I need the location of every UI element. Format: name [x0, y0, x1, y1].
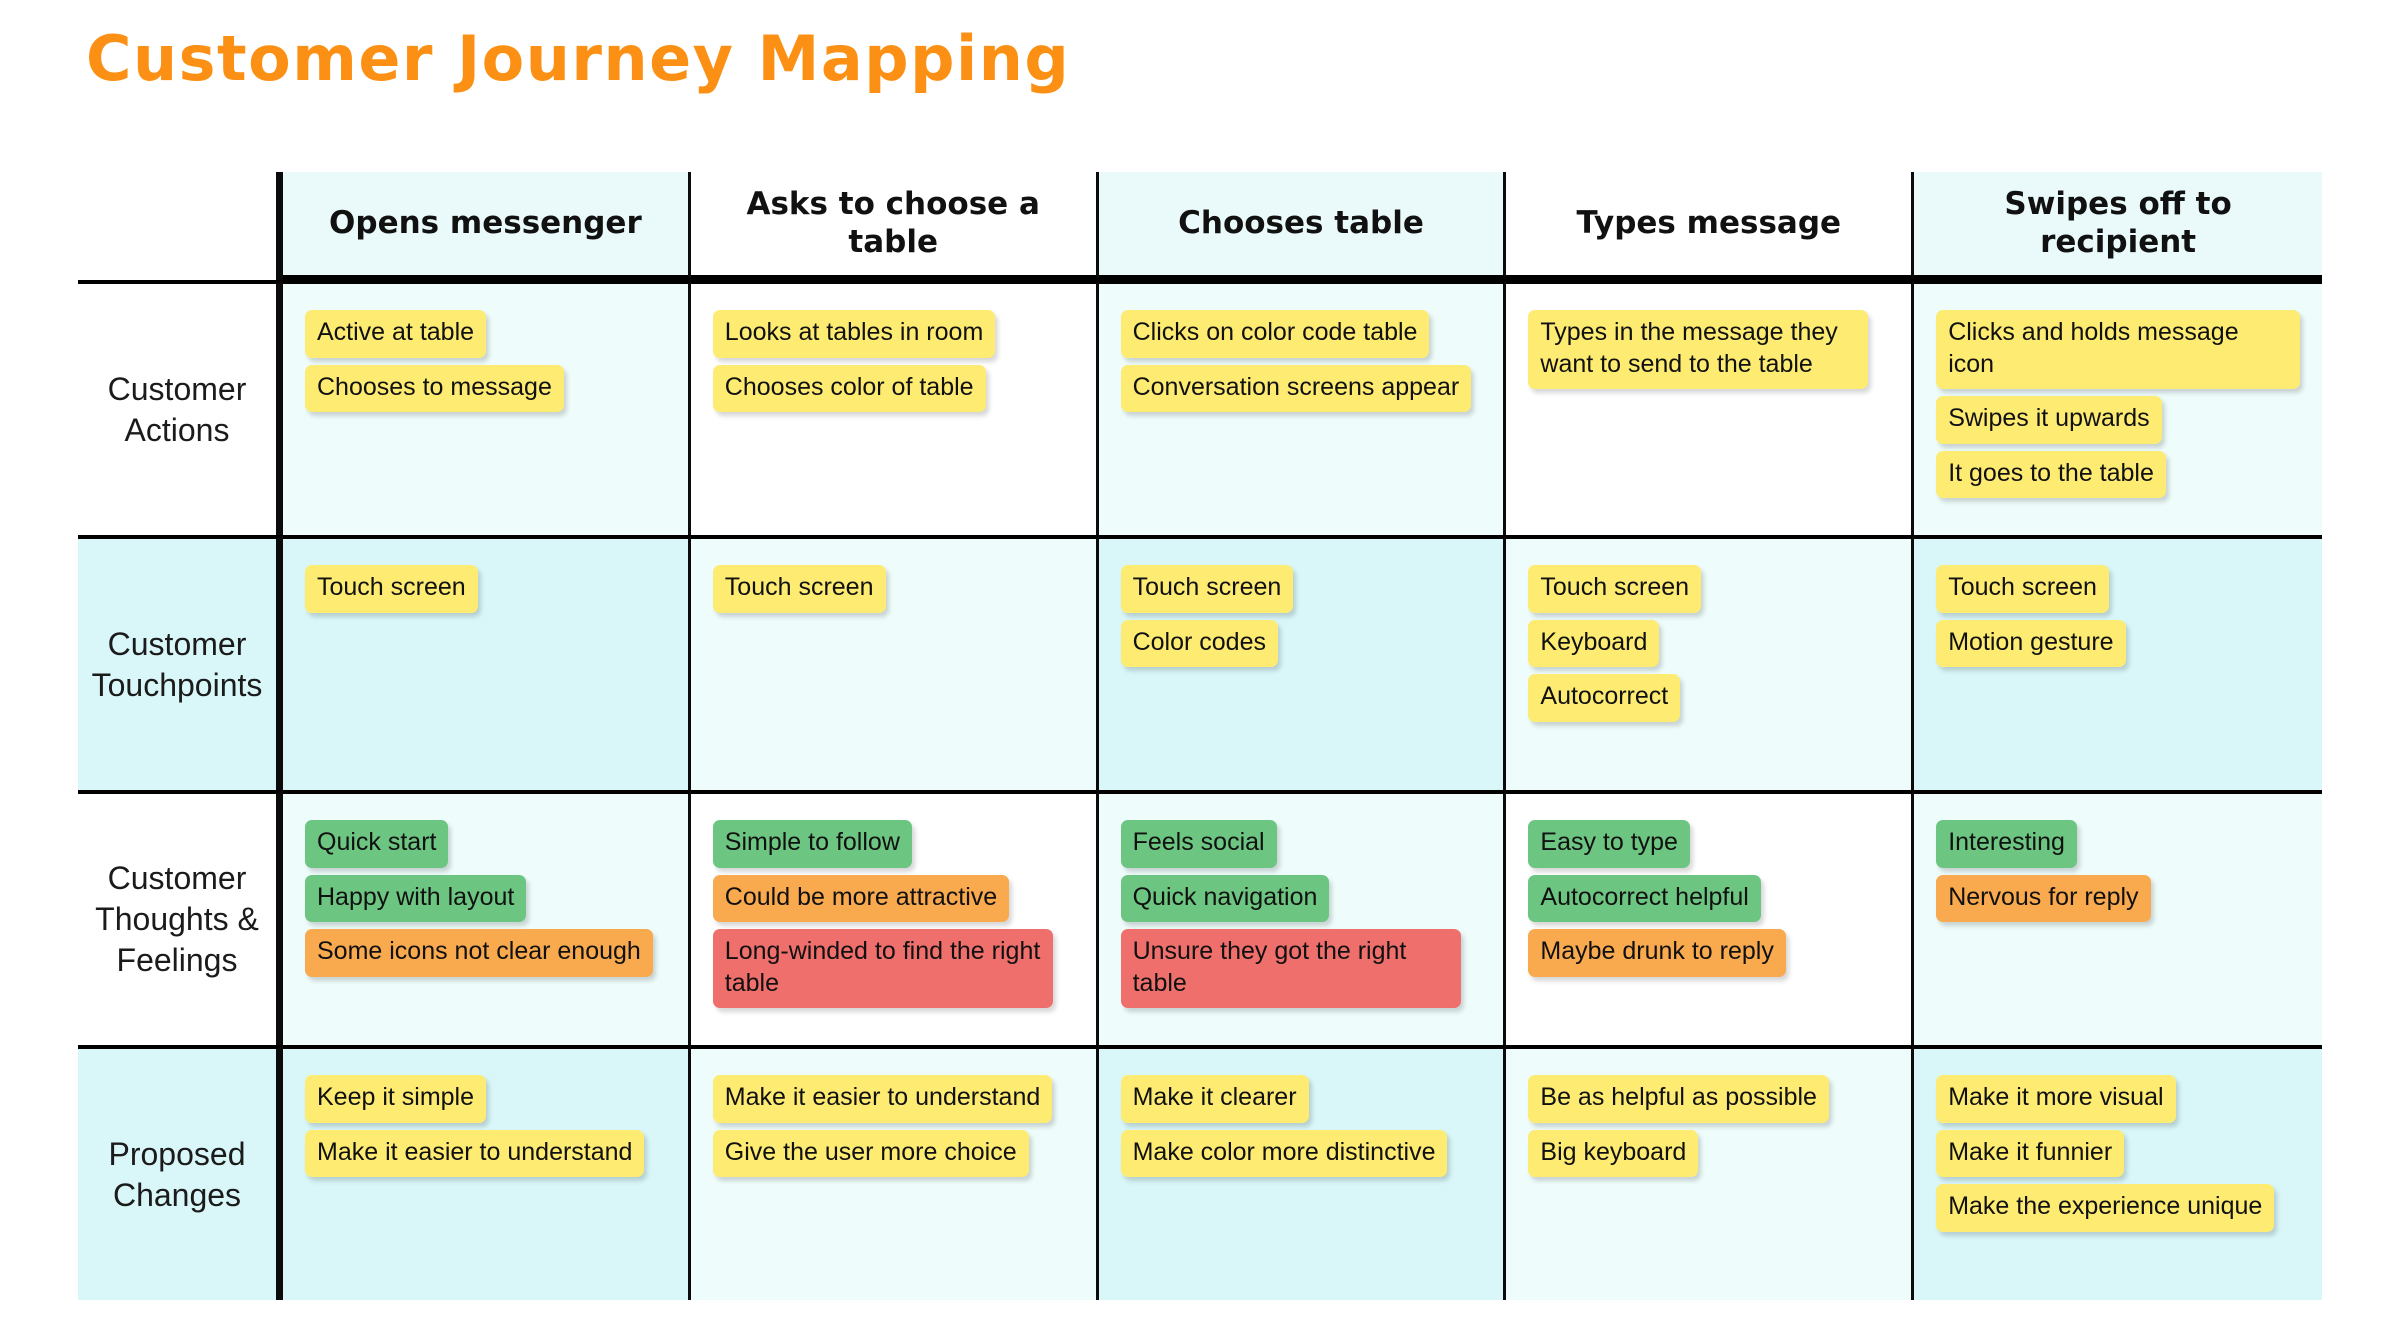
sticky-note[interactable]: Quick start [305, 820, 449, 868]
cell-r1-c1: Active at table Chooses to message [283, 280, 691, 535]
sticky-note[interactable]: Clicks on color code table [1120, 310, 1430, 358]
sticky-note[interactable]: Autocorrect [1528, 674, 1681, 722]
cell-r4-c2: Make it easier to understand Give the use… [690, 1045, 1099, 1300]
sticky-note[interactable]: Swipes it upwards [1936, 396, 2162, 444]
cell-r3-c1: Quick start Happy with layout Some icons n… [283, 790, 691, 1045]
sticky-note[interactable]: Make it clearer [1120, 1075, 1309, 1123]
cell-r2-c4: Touch screen Keyboard Autocorrect [1506, 535, 1915, 790]
column-header-2: Asks to choose a table [690, 172, 1099, 280]
sticky-note[interactable]: Keep it simple [305, 1075, 487, 1123]
row-label-text: Customer Thoughts & Feelings [95, 860, 259, 978]
sticky-note[interactable]: Make it easier to understand [712, 1075, 1053, 1123]
table-corner-cell [78, 172, 283, 280]
sticky-note[interactable]: Interesting [1936, 820, 2077, 868]
sticky-note[interactable]: Keyboard [1528, 619, 1660, 667]
column-header-label: Asks to choose a table [746, 185, 1040, 260]
journey-map-page: Customer Journey Mapping Opens messenger… [0, 0, 2400, 1327]
sticky-note[interactable]: Chooses color of table [712, 364, 986, 412]
sticky-note[interactable]: Motion gesture [1936, 619, 2126, 667]
row-label-text: Customer Touchpoints [91, 625, 263, 703]
journey-map-table: Opens messenger Asks to choose a table Cho… [78, 172, 2322, 1302]
cell-r1-c2: Looks at tables in room Chooses color of … [690, 280, 1099, 535]
cell-r3-c4: Easy to type Autocorrect helpful Maybe dru… [1506, 790, 1915, 1045]
sticky-note[interactable]: Chooses to message [305, 364, 564, 412]
sticky-note[interactable]: Make it funnier [1936, 1129, 2125, 1177]
column-header-1: Opens messenger [283, 172, 691, 280]
sticky-note[interactable]: Autocorrect helpful [1528, 874, 1761, 922]
cell-r1-c5: Clicks and holds message icon Swipes it u… [1914, 280, 2322, 535]
page-title: Customer Journey Mapping [86, 22, 1071, 95]
row-label-text: Customer Actions [107, 370, 247, 448]
sticky-note[interactable]: Touch screen [1528, 565, 1702, 613]
sticky-note[interactable]: Types in the message they want to send t… [1528, 310, 1869, 389]
column-header-3: Chooses table [1098, 172, 1507, 280]
sticky-note[interactable]: Nervous for reply [1936, 874, 2151, 922]
sticky-note[interactable]: Touch screen [712, 565, 886, 613]
sticky-note[interactable]: Conversation screens appear [1120, 364, 1472, 412]
row-label-2: Customer Touchpoints [78, 535, 283, 790]
cell-r4-c4: Be as helpful as possible Big keyboard [1506, 1045, 1915, 1300]
cell-r2-c2: Touch screen [690, 535, 1099, 790]
row-label-text: Proposed Changes [108, 1135, 246, 1213]
sticky-note[interactable]: Quick navigation [1120, 874, 1330, 922]
cell-r3-c2: Simple to follow Could be more attractive… [690, 790, 1099, 1045]
cell-r3-c5: Interesting Nervous for reply [1914, 790, 2322, 1045]
sticky-note[interactable]: Be as helpful as possible [1528, 1075, 1829, 1123]
sticky-note[interactable]: Happy with layout [305, 874, 527, 922]
row-label-1: Customer Actions [78, 280, 283, 535]
sticky-note[interactable]: It goes to the table [1936, 450, 2166, 498]
cell-r2-c1: Touch screen [283, 535, 691, 790]
sticky-note[interactable]: Maybe drunk to reply [1528, 929, 1786, 977]
cell-r4-c5: Make it more visual Make it funnier Make t… [1914, 1045, 2322, 1300]
column-header-5: Swipes off to recipient [1914, 172, 2322, 280]
cell-r2-c3: Touch screen Color codes [1098, 535, 1507, 790]
sticky-note[interactable]: Big keyboard [1528, 1129, 1699, 1177]
column-header-label: Opens messenger [329, 204, 642, 241]
sticky-note[interactable]: Make the experience unique [1936, 1184, 2275, 1232]
sticky-note[interactable]: Clicks and holds message icon [1936, 310, 2300, 389]
cell-r4-c3: Make it clearer Make color more distincti… [1098, 1045, 1507, 1300]
sticky-note[interactable]: Make color more distinctive [1120, 1129, 1448, 1177]
cell-r4-c1: Keep it simple Make it easier to understa… [283, 1045, 691, 1300]
column-header-label: Chooses table [1178, 204, 1424, 241]
column-header-4: Types message [1506, 172, 1915, 280]
cell-r3-c3: Feels social Quick navigation Unsure they … [1098, 790, 1507, 1045]
cell-r2-c5: Touch screen Motion gesture [1914, 535, 2322, 790]
sticky-note[interactable]: Looks at tables in room [712, 310, 996, 358]
sticky-note[interactable]: Feels social [1120, 820, 1277, 868]
cell-r1-c3: Clicks on color code table Conversation s… [1098, 280, 1507, 535]
sticky-note[interactable]: Some icons not clear enough [305, 929, 653, 977]
sticky-note[interactable]: Active at table [305, 310, 487, 358]
sticky-note[interactable]: Color codes [1120, 619, 1278, 667]
sticky-note[interactable]: Give the user more choice [712, 1129, 1029, 1177]
row-label-3: Customer Thoughts & Feelings [78, 790, 283, 1045]
column-header-label: Types message [1576, 204, 1842, 241]
sticky-note[interactable]: Touch screen [1936, 565, 2109, 613]
sticky-note[interactable]: Simple to follow [712, 820, 912, 868]
sticky-note[interactable]: Touch screen [1120, 565, 1294, 613]
sticky-note[interactable]: Could be more attractive [712, 874, 1010, 922]
row-label-4: Proposed Changes [78, 1045, 283, 1300]
sticky-note[interactable]: Make it more visual [1936, 1075, 2176, 1123]
sticky-note[interactable]: Unsure they got the right table [1120, 929, 1461, 1008]
sticky-note[interactable]: Long-winded to find the right table [712, 929, 1053, 1008]
sticky-note[interactable]: Easy to type [1528, 820, 1690, 868]
sticky-note[interactable]: Touch screen [305, 565, 478, 613]
sticky-note[interactable]: Make it easier to understand [305, 1129, 645, 1177]
column-header-label: Swipes off to recipient [2004, 185, 2232, 260]
cell-r1-c4: Types in the message they want to send t… [1506, 280, 1915, 535]
